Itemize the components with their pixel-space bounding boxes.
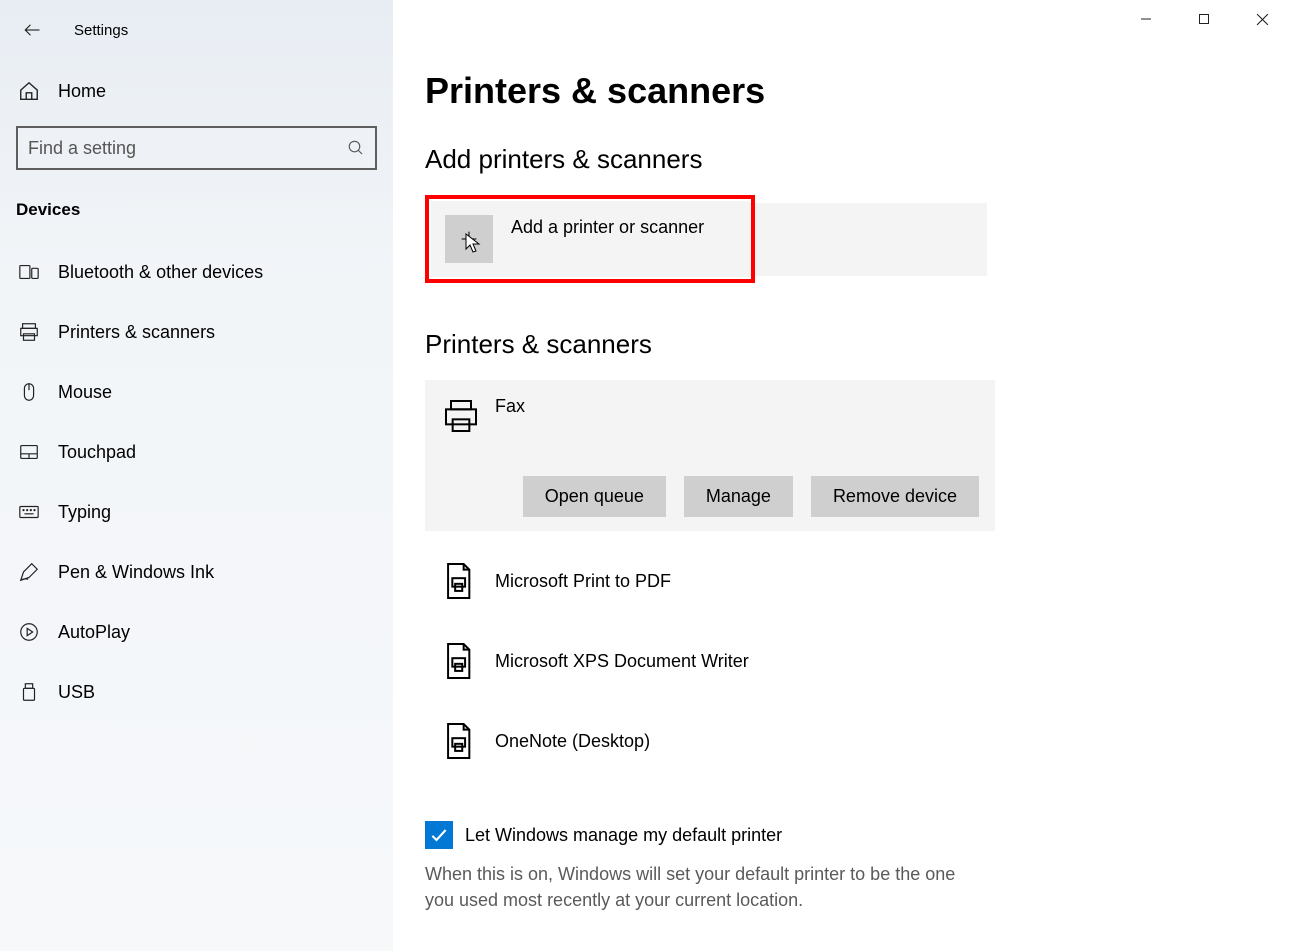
remove-device-button[interactable]: Remove device	[811, 476, 979, 517]
sidebar-category: Devices	[0, 170, 393, 232]
sidebar-home-label: Home	[58, 81, 106, 102]
list-section-header: Printers & scanners	[425, 329, 1291, 360]
sidebar-item-label: Mouse	[58, 382, 112, 403]
add-printer-label: Add a printer or scanner	[511, 217, 704, 238]
printer-doc-icon	[441, 721, 475, 761]
devices-icon	[18, 261, 40, 283]
default-printer-description: When this is on, Windows will set your d…	[425, 861, 985, 913]
manage-button[interactable]: Manage	[684, 476, 793, 517]
printer-doc-icon	[441, 641, 475, 681]
sidebar-nav: Bluetooth & other devices Printers & sca…	[0, 242, 393, 722]
sidebar-item-typing[interactable]: Typing	[0, 482, 393, 542]
search-box[interactable]	[16, 126, 377, 170]
sidebar-item-label: AutoPlay	[58, 622, 130, 643]
printer-device-icon	[441, 396, 481, 436]
sidebar-home[interactable]: Home	[0, 68, 393, 114]
sidebar-item-label: Pen & Windows Ink	[58, 562, 214, 583]
default-printer-label: Let Windows manage my default printer	[465, 825, 782, 846]
sidebar-item-bluetooth[interactable]: Bluetooth & other devices	[0, 242, 393, 302]
maximize-button[interactable]	[1175, 0, 1233, 38]
sidebar-item-label: Bluetooth & other devices	[58, 262, 263, 283]
sidebar: Settings Home Devices Bluetooth & other …	[0, 0, 393, 951]
printer-item[interactable]: Microsoft XPS Document Writer	[425, 621, 995, 701]
add-printer-highlight: Add a printer or scanner	[425, 195, 755, 283]
open-queue-button[interactable]: Open queue	[523, 476, 666, 517]
sidebar-item-autoplay[interactable]: AutoPlay	[0, 602, 393, 662]
default-printer-checkbox-row[interactable]: Let Windows manage my default printer	[425, 821, 1291, 849]
search-icon	[347, 139, 365, 157]
titlebar-left: Settings	[0, 10, 393, 50]
app-title: Settings	[74, 22, 128, 39]
add-printer-row[interactable]: Add a printer or scanner	[431, 201, 749, 277]
sidebar-item-usb[interactable]: USB	[0, 662, 393, 722]
touchpad-icon	[18, 441, 40, 463]
keyboard-icon	[18, 501, 40, 523]
sidebar-item-touchpad[interactable]: Touchpad	[0, 422, 393, 482]
sidebar-item-label: Touchpad	[58, 442, 136, 463]
sidebar-item-pen[interactable]: Pen & Windows Ink	[0, 542, 393, 602]
printer-item-label: Microsoft Print to PDF	[495, 571, 671, 592]
sidebar-item-label: Typing	[58, 502, 111, 523]
plus-icon	[445, 215, 493, 263]
printer-icon	[18, 321, 40, 343]
printer-doc-icon	[441, 561, 475, 601]
window-controls	[1117, 0, 1291, 38]
printer-card-selected[interactable]: Fax Open queue Manage Remove device	[425, 380, 995, 531]
printer-name: Fax	[495, 396, 525, 417]
mouse-icon	[18, 381, 40, 403]
home-icon	[18, 80, 40, 102]
add-row-extension	[749, 203, 987, 276]
sidebar-item-label: Printers & scanners	[58, 322, 215, 343]
search-input[interactable]	[28, 138, 347, 159]
printer-item-label: Microsoft XPS Document Writer	[495, 651, 749, 672]
pen-icon	[18, 561, 40, 583]
sidebar-item-label: USB	[58, 682, 95, 703]
back-button[interactable]	[18, 16, 46, 44]
checkbox-checked-icon[interactable]	[425, 821, 453, 849]
add-section-header: Add printers & scanners	[425, 144, 1291, 175]
autoplay-icon	[18, 621, 40, 643]
usb-icon	[18, 681, 40, 703]
printer-item[interactable]: Microsoft Print to PDF	[425, 541, 995, 621]
main-content: Printers & scanners Add printers & scann…	[393, 0, 1291, 951]
sidebar-item-mouse[interactable]: Mouse	[0, 362, 393, 422]
page-title: Printers & scanners	[425, 70, 1291, 112]
sidebar-item-printers[interactable]: Printers & scanners	[0, 302, 393, 362]
close-button[interactable]	[1233, 0, 1291, 38]
printer-item[interactable]: OneNote (Desktop)	[425, 701, 995, 781]
minimize-button[interactable]	[1117, 0, 1175, 38]
printer-item-label: OneNote (Desktop)	[495, 731, 650, 752]
